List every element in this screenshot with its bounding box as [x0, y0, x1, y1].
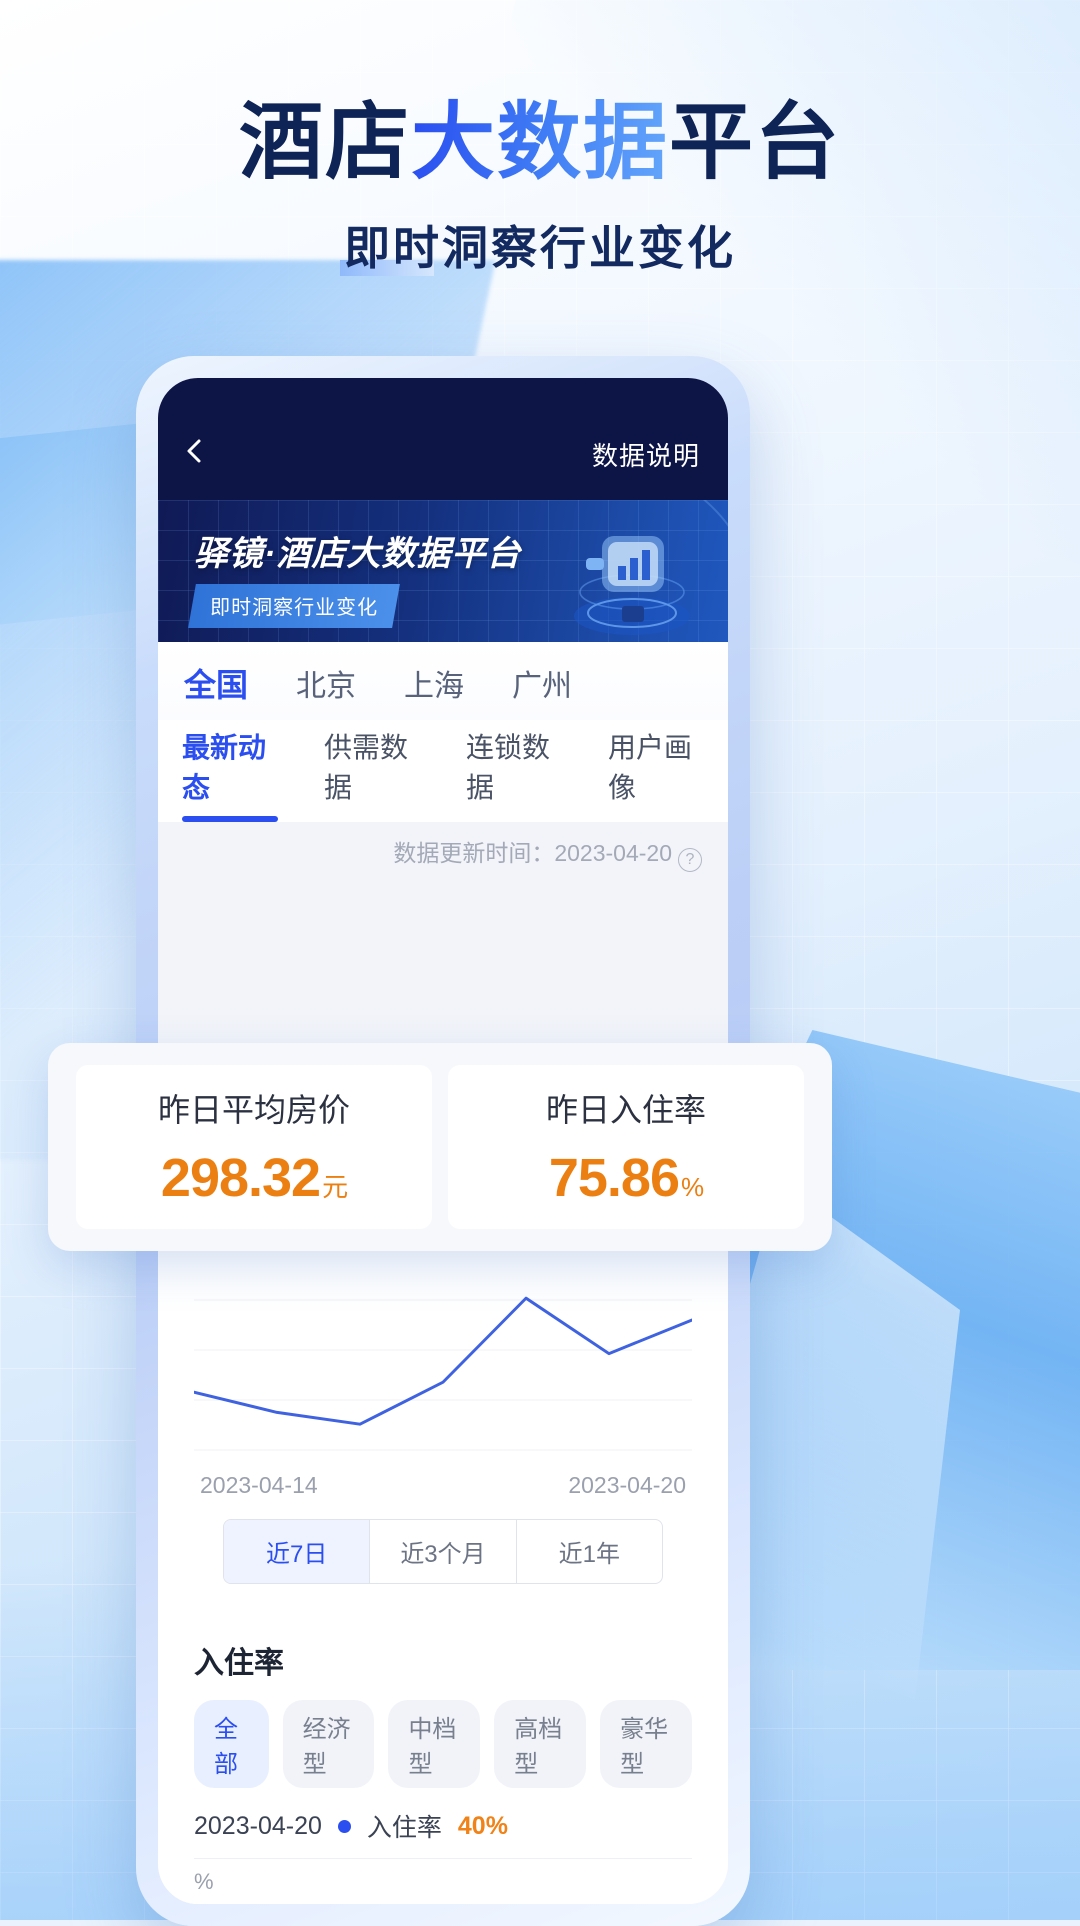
- tab-chain-data[interactable]: 连锁数据: [466, 726, 562, 822]
- metric-avg-price[interactable]: 昨日平均房价 298.32元: [76, 1065, 432, 1229]
- hero-section: 酒店大数据平台 即时洞察行业变化: [0, 0, 1080, 278]
- period-3months[interactable]: 近3个月: [370, 1520, 517, 1583]
- chevron-left-icon[interactable]: [182, 438, 208, 464]
- metric-avg-price-number: 298.32: [160, 1148, 321, 1208]
- city-tab-bar: 全国 北京 上海 广州: [158, 642, 728, 720]
- city-tab-beijing[interactable]: 北京: [296, 661, 356, 705]
- occupancy-panel-title: 入住率: [194, 1647, 284, 1680]
- hero-subtitle-wrap: 即时洞察行业变化: [340, 212, 736, 278]
- banner-badge-label: 即时洞察行业变化: [210, 597, 379, 619]
- banner-badge: 即时洞察行业变化: [188, 584, 400, 628]
- occupancy-y-unit: %: [194, 1869, 214, 1894]
- chip-occ-midscale[interactable]: 中档型: [388, 1700, 481, 1788]
- content-sheet: 全国 北京 上海 广州 最新动态 供需数据 连锁数据 用户画像 数据更新时间：2…: [158, 642, 728, 1904]
- section-tab-bar: 最新动态 供需数据 连锁数据 用户画像: [158, 720, 728, 822]
- occupancy-row-date: 2023-04-20: [194, 1811, 322, 1840]
- city-tab-quanguo[interactable]: 全国: [184, 660, 248, 706]
- price-axis-end: 2023-04-20: [568, 1472, 686, 1498]
- price-line-chart: [194, 1260, 692, 1460]
- hero-title-part3: 平台: [669, 95, 842, 189]
- data-description-link[interactable]: 数据说明: [592, 436, 700, 473]
- metric-occupancy-number: 75.86: [548, 1148, 680, 1208]
- chip-occ-economy[interactable]: 经济型: [282, 1700, 375, 1788]
- metric-occupancy-unit: %: [681, 1172, 704, 1202]
- occupancy-panel: 入住率 全部 经济型 中档型 高档型 豪华型 2023-04-20 入住率 40…: [174, 1620, 712, 1904]
- occupancy-tooltip-row: 2023-04-20 入住率 40%: [194, 1808, 692, 1859]
- hero-title-part1: 酒店: [238, 95, 411, 189]
- metric-occupancy-label: 昨日入住率: [545, 1092, 706, 1128]
- data-update-label: 数据更新时间：: [393, 840, 555, 866]
- hero-title-part2: 大数据: [410, 95, 669, 189]
- tab-latest-trends[interactable]: 最新动态: [182, 726, 278, 822]
- city-tab-shanghai[interactable]: 上海: [404, 661, 464, 705]
- question-circle-icon[interactable]: ?: [678, 848, 702, 872]
- banner-title: 驿镜·酒店大数据平台: [194, 535, 522, 573]
- hero-subtitle: 即时洞察行业变化: [344, 222, 736, 274]
- banner-illustration-icon: [536, 514, 706, 642]
- app-navbar: 数据说明: [158, 378, 728, 500]
- app-banner: 驿镜·酒店大数据平台 即时洞察行业变化: [158, 500, 728, 652]
- price-line-chart-svg: [194, 1296, 692, 1451]
- tab-user-profile[interactable]: 用户画像: [608, 726, 704, 822]
- hero-title: 酒店大数据平台: [0, 100, 1080, 184]
- period-segmented-control: 近7日 近3个月 近1年: [223, 1519, 663, 1584]
- chip-occ-upscale[interactable]: 高档型: [494, 1700, 587, 1788]
- occupancy-row-value: 40%: [457, 1811, 508, 1840]
- metric-avg-price-label: 昨日平均房价: [157, 1092, 350, 1128]
- occupancy-row-label: 入住率: [366, 1814, 442, 1842]
- price-axis-start: 2023-04-14: [200, 1472, 318, 1498]
- data-update-row: 数据更新时间：2023-04-20?: [158, 822, 728, 886]
- metric-occupancy-value: 75.86%: [548, 1147, 704, 1209]
- period-1year[interactable]: 近1年: [517, 1520, 662, 1583]
- data-update-date: 2023-04-20: [554, 840, 672, 866]
- period-7days[interactable]: 近7日: [224, 1520, 371, 1583]
- metric-occupancy[interactable]: 昨日入住率 75.86%: [448, 1065, 804, 1229]
- price-axis-labels: 2023-04-14 2023-04-20: [194, 1472, 692, 1499]
- metric-avg-price-unit: 元: [322, 1172, 348, 1202]
- chip-occ-luxury[interactable]: 豪华型: [600, 1700, 693, 1788]
- occupancy-series-dot-icon: [337, 1819, 351, 1833]
- chip-occ-all[interactable]: 全部: [194, 1700, 269, 1788]
- metric-avg-price-value: 298.32元: [160, 1147, 348, 1209]
- city-tab-guangzhou[interactable]: 广州: [512, 661, 572, 705]
- tab-supply-demand[interactable]: 供需数据: [324, 726, 420, 822]
- occupancy-category-chips: 全部 经济型 中档型 高档型 豪华型: [194, 1700, 693, 1788]
- floating-metric-card: 昨日平均房价 298.32元 昨日入住率 75.86%: [48, 1043, 832, 1251]
